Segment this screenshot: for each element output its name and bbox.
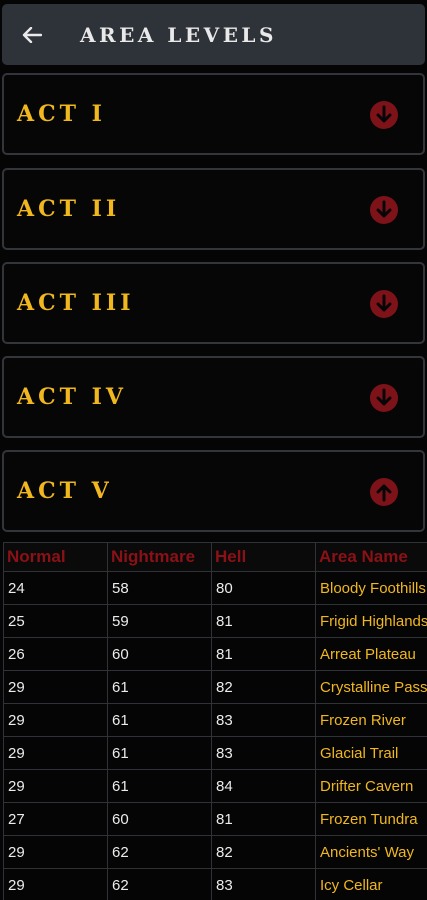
cell-hell: 83	[211, 868, 316, 900]
header-hell: Hell	[211, 542, 316, 572]
arrow-down-circle-icon[interactable]	[369, 289, 399, 319]
cell-nightmare: 62	[107, 835, 212, 869]
cell-nightmare: 58	[107, 571, 212, 605]
cell-area-name: Bloody Foothills	[315, 571, 427, 605]
page-title: AREA LEVELS	[80, 22, 277, 47]
cell-area-name: Crystalline Passage	[315, 670, 427, 704]
act-3-label: ACT III	[17, 290, 135, 316]
table-row: 27 60 81 Frozen Tundra	[3, 802, 427, 836]
table-row: 25 59 81 Frigid Highlands	[3, 604, 427, 638]
cell-normal: 26	[3, 637, 108, 671]
cell-area-name: Ancients' Way	[315, 835, 427, 869]
act-4-label: ACT IV	[17, 384, 127, 410]
cell-normal: 25	[3, 604, 108, 638]
cell-hell: 82	[211, 835, 316, 869]
act-2-label: ACT II	[17, 196, 121, 222]
table-row: 24 58 80 Bloody Foothills	[3, 571, 427, 605]
act-1-label: ACT I	[17, 101, 106, 127]
cell-hell: 81	[211, 604, 316, 638]
table-row: 29 62 82 Ancients' Way	[3, 835, 427, 869]
cell-normal: 29	[3, 703, 108, 737]
cell-hell: 80	[211, 571, 316, 605]
table-row: 29 62 83 Icy Cellar	[3, 868, 427, 900]
act-4-panel[interactable]: ACT IV	[2, 356, 425, 438]
arrow-down-circle-icon[interactable]	[369, 195, 399, 225]
arrow-down-circle-icon[interactable]	[369, 383, 399, 413]
table-header-row: Normal Nightmare Hell Area Name	[3, 542, 427, 572]
header-nightmare: Nightmare	[107, 542, 212, 572]
act-1-panel[interactable]: ACT I	[2, 73, 425, 155]
cell-hell: 81	[211, 637, 316, 671]
cell-hell: 83	[211, 736, 316, 770]
act-5-label: ACT V	[17, 478, 113, 504]
cell-area-name: Arreat Plateau	[315, 637, 427, 671]
app-bar: AREA LEVELS	[2, 4, 425, 65]
arrow-up-circle-icon[interactable]	[369, 477, 399, 507]
cell-normal: 29	[3, 868, 108, 900]
cell-normal: 29	[3, 769, 108, 803]
cell-area-name: Frozen Tundra	[315, 802, 427, 836]
table-row: 29 61 83 Glacial Trail	[3, 736, 427, 770]
table-row: 29 61 84 Drifter Cavern	[3, 769, 427, 803]
cell-hell: 81	[211, 802, 316, 836]
cell-nightmare: 61	[107, 703, 212, 737]
cell-area-name: Icy Cellar	[315, 868, 427, 900]
cell-nightmare: 59	[107, 604, 212, 638]
cell-area-name: Glacial Trail	[315, 736, 427, 770]
area-levels-table: Normal Nightmare Hell Area Name 24 58 80…	[3, 542, 427, 900]
cell-nightmare: 62	[107, 868, 212, 900]
cell-hell: 84	[211, 769, 316, 803]
cell-nightmare: 61	[107, 670, 212, 704]
cell-area-name: Frigid Highlands	[315, 604, 427, 638]
cell-normal: 27	[3, 802, 108, 836]
arrow-down-circle-icon[interactable]	[369, 100, 399, 130]
act-3-panel[interactable]: ACT III	[2, 262, 425, 344]
act-5-panel[interactable]: ACT V	[2, 450, 425, 532]
cell-nightmare: 60	[107, 802, 212, 836]
cell-normal: 29	[3, 670, 108, 704]
cell-normal: 24	[3, 571, 108, 605]
table-row: 26 60 81 Arreat Plateau	[3, 637, 427, 671]
act-2-panel[interactable]: ACT II	[2, 168, 425, 250]
header-normal: Normal	[3, 542, 108, 572]
cell-normal: 29	[3, 835, 108, 869]
cell-nightmare: 61	[107, 736, 212, 770]
cell-area-name: Drifter Cavern	[315, 769, 427, 803]
cell-nightmare: 60	[107, 637, 212, 671]
cell-area-name: Frozen River	[315, 703, 427, 737]
back-arrow-icon[interactable]	[2, 4, 62, 65]
header-area-name: Area Name	[315, 542, 427, 572]
cell-hell: 83	[211, 703, 316, 737]
cell-nightmare: 61	[107, 769, 212, 803]
table-row: 29 61 82 Crystalline Passage	[3, 670, 427, 704]
cell-hell: 82	[211, 670, 316, 704]
cell-normal: 29	[3, 736, 108, 770]
table-row: 29 61 83 Frozen River	[3, 703, 427, 737]
